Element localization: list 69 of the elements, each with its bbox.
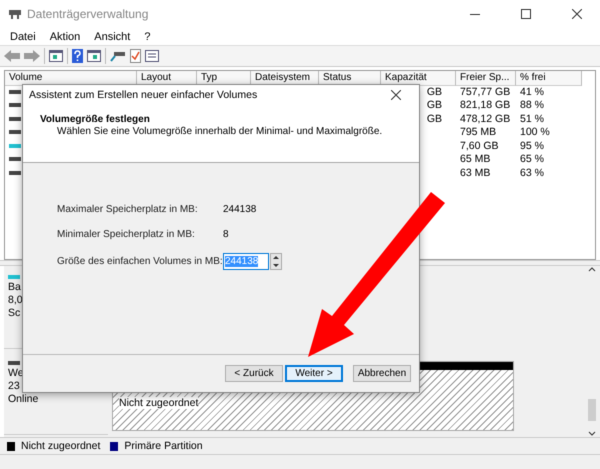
column-header[interactable]: Freier Sp... [456, 71, 516, 86]
disk-info-text: Ba [8, 281, 22, 293]
column-header[interactable]: % frei [516, 71, 582, 86]
table-cell: GB [426, 112, 442, 125]
dialog-subtitle: Wählen Sie eine Volumegröße innerhalb der Minimal- und Maximalgröße. [56, 126, 384, 137]
table-cell: 65 MB [460, 153, 490, 166]
dialog-title: Assistent zum Erstellen neuer einfacher Volumes [29, 88, 258, 100]
close-icon[interactable] [572, 9, 582, 19]
field-value: 244138 [223, 204, 258, 214]
table-cell: 100 % [520, 126, 550, 138]
checklist-icon[interactable] [130, 49, 141, 63]
properties-icon[interactable] [145, 50, 159, 62]
legend-label: Primäre Partition [124, 440, 203, 452]
table-cell: 757,77 GB [460, 86, 510, 98]
disk-management-icon [8, 8, 22, 20]
drive-icon [9, 142, 21, 149]
disk-info-text: Sc [8, 307, 22, 319]
field-label: Minimaler Speicherplatz in MB: [57, 228, 196, 240]
dialog-button[interactable]: Weiter > [285, 365, 343, 382]
drive-icon [9, 156, 21, 162]
table-cell: GB [426, 86, 442, 98]
disk-info-text: Online [8, 393, 40, 405]
menu-item[interactable]: ? [137, 30, 158, 42]
help-icon[interactable] [72, 49, 83, 63]
spin-buttons[interactable] [270, 253, 282, 270]
forward-icon[interactable] [24, 50, 40, 62]
dialog-heading: Volumegröße festlegen [40, 114, 151, 125]
table-cell: 821,18 GB [460, 99, 510, 112]
table-cell: GB [426, 99, 442, 112]
drive-icon [9, 170, 21, 176]
drive-icon [9, 116, 21, 122]
field-value: 8 [223, 228, 230, 240]
table-cell: 51 % [520, 112, 544, 125]
close-icon[interactable] [391, 90, 401, 100]
scroll-down-icon[interactable] [588, 431, 596, 437]
panel-icon[interactable] [87, 50, 101, 62]
window-title: Datenträgerverwaltung [27, 7, 150, 21]
table-cell: 63 MB [460, 166, 490, 179]
drive-icon [9, 88, 21, 95]
disk-info-text: 23 [8, 380, 21, 392]
disk-info-text: 8,0 [8, 294, 24, 306]
menu-item[interactable]: Datei [3, 30, 43, 42]
table-cell: 795 MB [460, 126, 496, 138]
panel-icon[interactable] [49, 50, 63, 62]
legend-label: Nicht zugeordnet [21, 440, 100, 452]
table-cell: 7,60 GB [460, 140, 499, 152]
table-cell: 88 % [520, 99, 544, 112]
disk-connect-icon[interactable] [110, 50, 126, 62]
dialog-button[interactable]: < Zurück [225, 365, 283, 382]
drive-icon [8, 360, 20, 366]
menu-item[interactable]: Ansicht [87, 30, 138, 42]
partition-label: Nicht zugeordnet [119, 397, 198, 409]
field-label: Maximaler Speicherplatz in MB: [57, 204, 199, 214]
drive-icon [8, 274, 20, 280]
column-header[interactable]: Kapazität [381, 71, 456, 86]
scroll-thumb[interactable] [588, 399, 596, 421]
drive-icon [9, 102, 21, 108]
field-label: Größe des einfachen Volumes in MB: [57, 256, 223, 267]
scroll-up-icon[interactable] [588, 266, 596, 272]
drive-icon [9, 129, 21, 136]
table-cell: 478,12 GB [460, 112, 510, 125]
maximize-icon[interactable] [521, 9, 531, 19]
menu-item[interactable]: Aktion [42, 30, 88, 42]
table-cell: 63 % [520, 166, 544, 179]
table-cell: 41 % [520, 86, 544, 98]
table-cell: 95 % [520, 140, 544, 152]
dialog-button[interactable]: Abbrechen [353, 365, 411, 382]
back-icon[interactable] [4, 50, 20, 62]
table-cell: 65 % [520, 153, 544, 166]
